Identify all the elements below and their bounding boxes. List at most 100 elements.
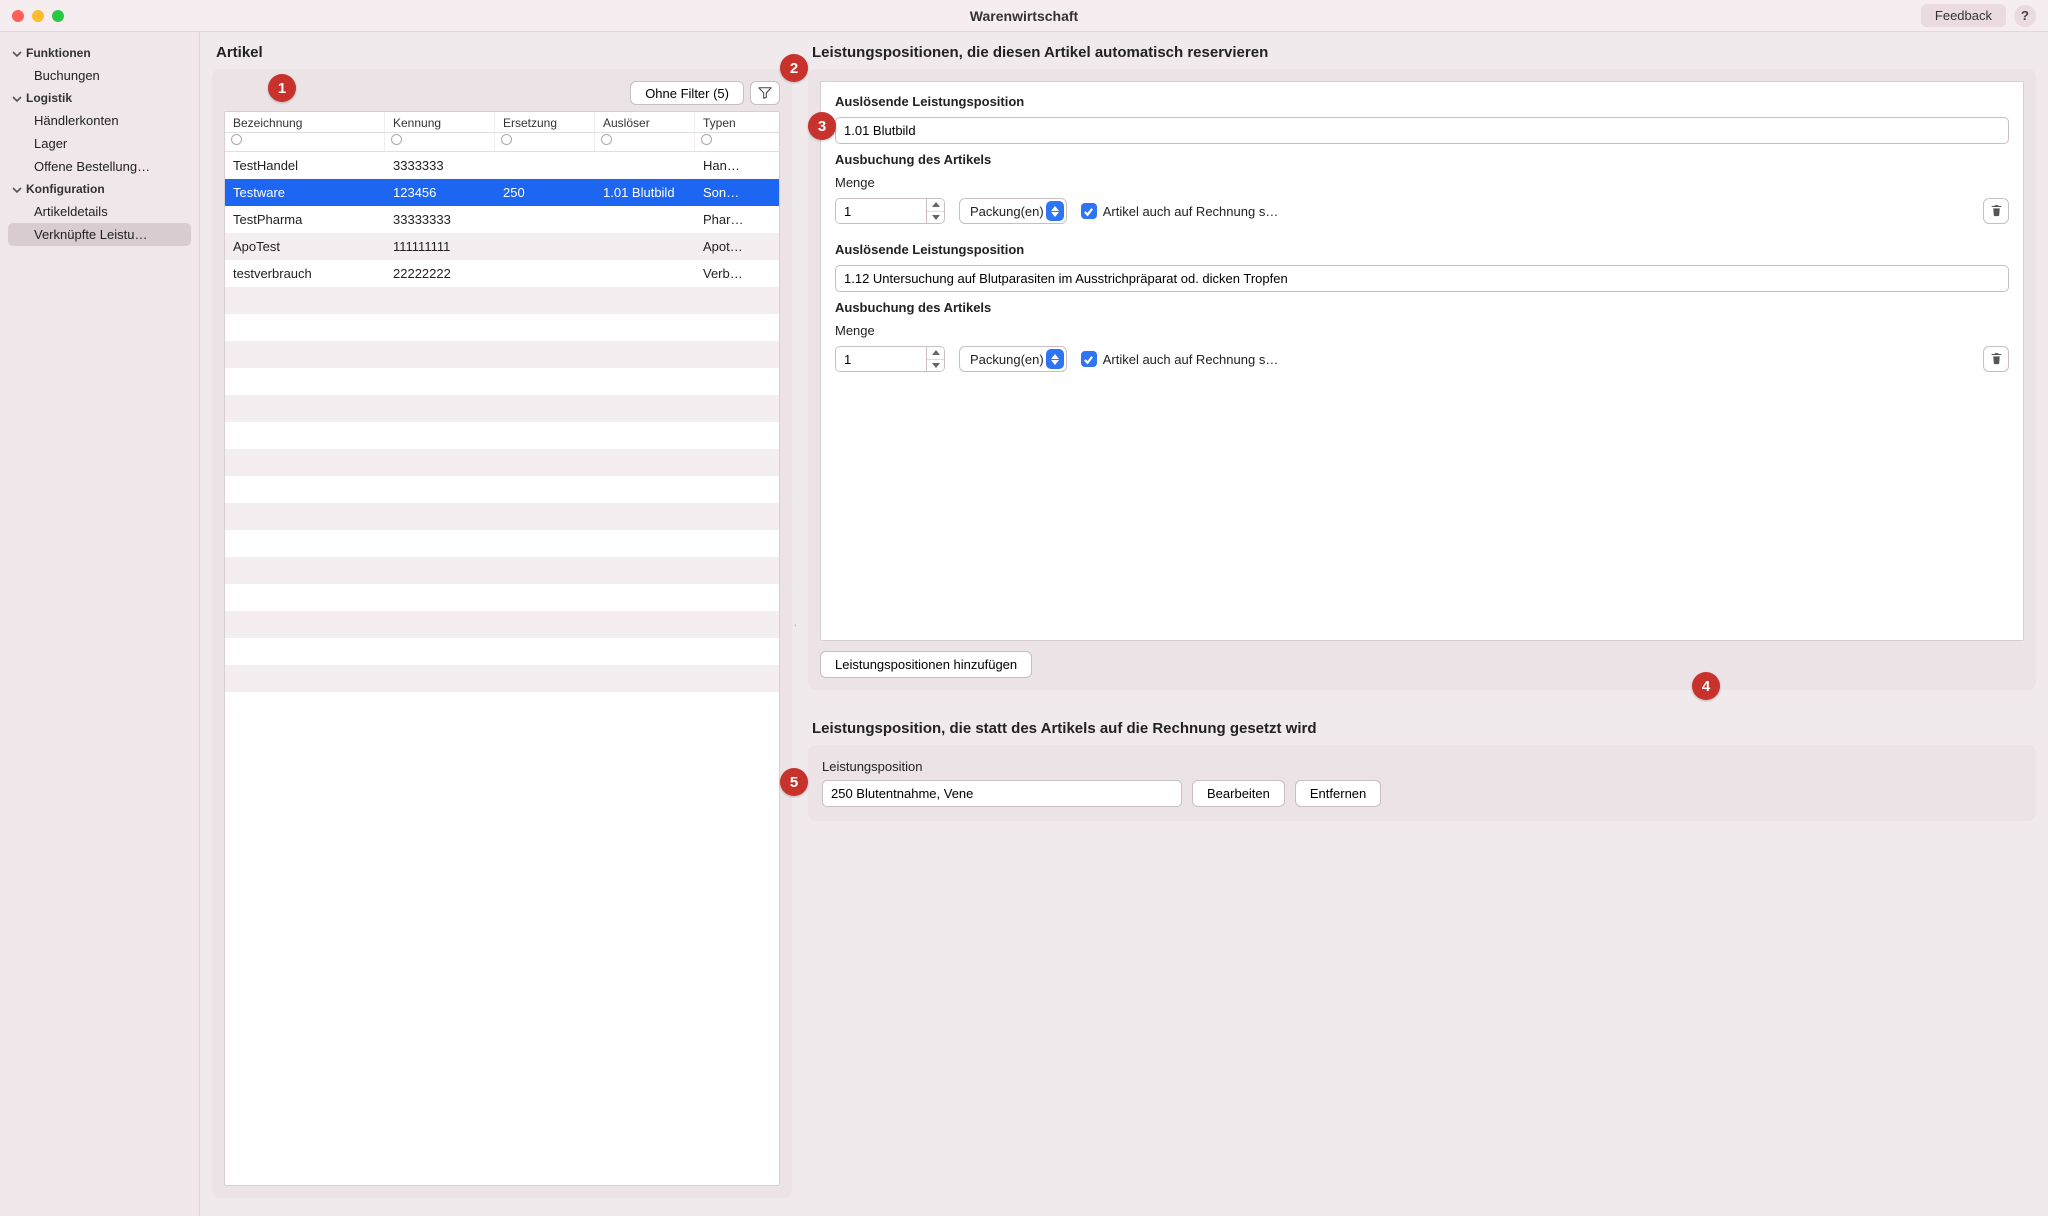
qty-stepper[interactable]: [835, 198, 945, 224]
replacement-input[interactable]: [822, 780, 1182, 807]
sidebar-item-haendlerkonten[interactable]: Händlerkonten: [8, 109, 191, 132]
feedback-button[interactable]: Feedback: [1921, 4, 2006, 27]
table-cell: Apot…: [695, 239, 779, 254]
table-cell: [225, 638, 385, 665]
table-row[interactable]: Testware1234562501.01 BlutbildSon…: [225, 179, 779, 206]
sidebar-item-verknuepfte-leistungen[interactable]: Verknüpfte Leistu…: [8, 223, 191, 246]
table-cell: [225, 611, 385, 638]
pane-divider-handle[interactable]: ·: [793, 616, 800, 632]
window-close-icon[interactable]: [12, 10, 24, 22]
table-cell: [385, 557, 495, 584]
table-cell: [385, 638, 495, 665]
qty-stepper[interactable]: [835, 346, 945, 372]
callout-badge-2: 2: [780, 54, 808, 82]
table-cell: [225, 449, 385, 476]
table-cell: [695, 314, 779, 341]
table-cell: [225, 422, 385, 449]
unit-dropdown[interactable]: Packung(en): [959, 346, 1067, 372]
table-cell: [495, 422, 595, 449]
sidebar-group-label: Logistik: [26, 91, 72, 105]
delete-group-button[interactable]: [1983, 198, 2009, 224]
sidebar-group-funktionen[interactable]: Funktionen: [8, 42, 191, 64]
table-row[interactable]: TestPharma33333333Phar…: [225, 206, 779, 233]
chevron-down-icon: [12, 184, 22, 194]
col-ersetzung[interactable]: Ersetzung: [495, 112, 595, 132]
table-cell: [225, 557, 385, 584]
trigger-input[interactable]: [835, 117, 2009, 144]
radio-typen[interactable]: [701, 134, 712, 145]
table-cell: [225, 314, 385, 341]
invoice-checkbox-wrap[interactable]: Artikel auch auf Rechnung s…: [1081, 351, 1969, 367]
sidebar-item-buchungen[interactable]: Buchungen: [8, 64, 191, 87]
sidebar-item-artikeldetails[interactable]: Artikeldetails: [8, 200, 191, 223]
table-row: [225, 638, 779, 665]
table-filter-radios: [225, 133, 779, 152]
col-ausloeser[interactable]: Auslöser: [595, 112, 695, 132]
table-cell: [225, 584, 385, 611]
updown-icon: [1046, 201, 1064, 221]
radio-bezeichnung[interactable]: [231, 134, 242, 145]
table-cell: [495, 395, 595, 422]
table-cell: [385, 341, 495, 368]
radio-ausloeser[interactable]: [601, 134, 612, 145]
sidebar-item-lager[interactable]: Lager: [8, 132, 191, 155]
table-cell: [695, 584, 779, 611]
window-traffic-lights: [12, 10, 64, 22]
delete-group-button[interactable]: [1983, 346, 2009, 372]
table-cell: [595, 449, 695, 476]
table-cell: [695, 557, 779, 584]
add-position-button[interactable]: Leistungspositionen hinzufügen: [820, 651, 1032, 678]
qty-label: Menge: [835, 323, 2009, 338]
table-row[interactable]: testverbrauch22222222Verb…: [225, 260, 779, 287]
sidebar: Funktionen Buchungen Logistik Händlerkon…: [0, 32, 200, 1216]
qty-up[interactable]: [927, 347, 944, 360]
table-row[interactable]: ApoTest111111111Apot…: [225, 233, 779, 260]
table-cell: [495, 341, 595, 368]
unit-label: Packung(en): [970, 204, 1044, 219]
unit-label: Packung(en): [970, 352, 1044, 367]
col-typen[interactable]: Typen: [695, 112, 779, 132]
checkbox-checked-icon: [1081, 203, 1097, 219]
radio-kennung[interactable]: [391, 134, 402, 145]
qty-down[interactable]: [927, 360, 944, 372]
booking-label: Ausbuchung des Artikels: [835, 300, 2009, 315]
table-row[interactable]: TestHandel3333333Han…: [225, 152, 779, 179]
qty-input[interactable]: [836, 199, 926, 223]
edit-button[interactable]: Bearbeiten: [1192, 780, 1285, 807]
qty-down[interactable]: [927, 212, 944, 224]
checkbox-checked-icon: [1081, 351, 1097, 367]
qty-input[interactable]: [836, 347, 926, 371]
window-minimize-icon[interactable]: [32, 10, 44, 22]
filter-dropdown[interactable]: Ohne Filter (5): [630, 81, 744, 105]
table-cell: [695, 638, 779, 665]
table-cell: [385, 476, 495, 503]
sidebar-group-logistik[interactable]: Logistik: [8, 87, 191, 109]
table-row: [225, 368, 779, 395]
section-title-reserve: Leistungspositionen, die diesen Artikel …: [812, 44, 2036, 61]
table-cell: [495, 611, 595, 638]
table-header: Bezeichnung Kennung Ersetzung Auslöser T…: [225, 112, 779, 133]
invoice-checkbox-label: Artikel auch auf Rechnung s…: [1103, 204, 1969, 219]
sidebar-group-konfiguration[interactable]: Konfiguration: [8, 178, 191, 200]
trigger-input[interactable]: [835, 265, 2009, 292]
window-zoom-icon[interactable]: [52, 10, 64, 22]
table-cell: [385, 368, 495, 395]
sidebar-item-offene-bestellung[interactable]: Offene Bestellung…: [8, 155, 191, 178]
invoice-checkbox-wrap[interactable]: Artikel auch auf Rechnung s…: [1081, 203, 1969, 219]
table-cell: [385, 665, 495, 692]
table-cell: [695, 341, 779, 368]
trigger-label: Auslösende Leistungsposition: [835, 94, 2009, 109]
table-cell: [695, 368, 779, 395]
col-bezeichnung[interactable]: Bezeichnung: [225, 112, 385, 132]
radio-ersetzung[interactable]: [501, 134, 512, 145]
table-cell: [225, 665, 385, 692]
replacement-field-label: Leistungsposition: [822, 759, 2022, 774]
table-cell: [495, 638, 595, 665]
filter-icon-button[interactable]: [750, 81, 780, 105]
remove-button[interactable]: Entfernen: [1295, 780, 1381, 807]
col-kennung[interactable]: Kennung: [385, 112, 495, 132]
trash-icon: [1990, 203, 2003, 220]
qty-up[interactable]: [927, 199, 944, 212]
unit-dropdown[interactable]: Packung(en): [959, 198, 1067, 224]
help-button[interactable]: ?: [2014, 5, 2036, 27]
